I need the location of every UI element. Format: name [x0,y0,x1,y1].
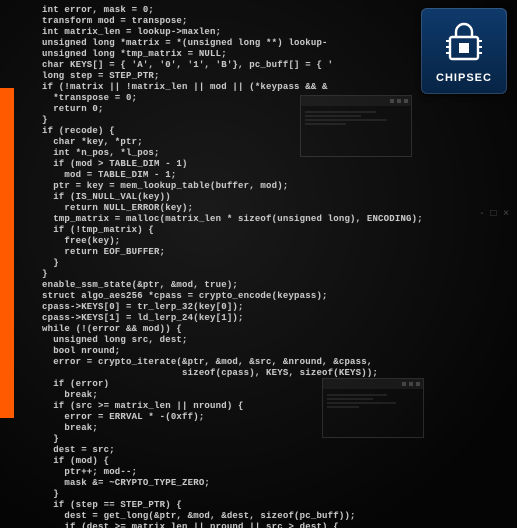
code-line: free(key); [42,236,502,247]
code-line: if (error) [42,379,502,390]
code-line: mod = TABLE_DIM - 1; [42,170,502,181]
code-line: while (!(error && mod)) { [42,324,502,335]
code-line: if (mod) { [42,456,502,467]
code-line: bool nround; [42,346,502,357]
code-line: if (dest >= matrix_len || nround || src … [42,522,502,528]
lock-chip-icon [444,19,484,68]
code-line: return NULL_ERROR(key); [42,203,502,214]
code-line: } [42,269,502,280]
code-line: if (src >= matrix_len || nround) { [42,401,502,412]
code-line: error = crypto_iterate(&ptr, &mod, &src,… [42,357,502,368]
code-line: if (mod > TABLE_DIM - 1) [42,159,502,170]
code-line: ptr = key = mem_lookup_table(buffer, mod… [42,181,502,192]
code-line: } [42,258,502,269]
code-line: *transpose = 0; [42,93,502,104]
code-line: } [42,115,502,126]
code-line: tmp_matrix = malloc(matrix_len * sizeof(… [42,214,502,225]
code-line: if (IS_NULL_VAL(key)) [42,192,502,203]
code-line: struct algo_aes256 *cpass = crypto_encod… [42,291,502,302]
code-line: enable_ssm_state(&ptr, &mod, true); [42,280,502,291]
code-line: break; [42,390,502,401]
code-line: break; [42,423,502,434]
code-line: if (recode) { [42,126,502,137]
code-line: dest = src; [42,445,502,456]
code-line: char *key, *ptr; [42,137,502,148]
code-line: cpass->KEYS[0] = tr_lerp_32(key[0]); [42,302,502,313]
code-line: if (!tmp_matrix) { [42,225,502,236]
code-line: } [42,489,502,500]
code-line: dest = get_long(&ptr, &mod, &dest, sizeo… [42,511,502,522]
code-line: mask &= ~CRYPTO_TYPE_ZERO; [42,478,502,489]
code-line: int *n_pos, *l_pos; [42,148,502,159]
code-line: unsigned long src, dest; [42,335,502,346]
accent-bar [0,88,14,418]
code-line: } [42,434,502,445]
code-line: return EOF_BUFFER; [42,247,502,258]
badge-label: CHIPSEC [436,72,492,84]
code-line: cpass->KEYS[1] = ld_lerp_24(key[1]); [42,313,502,324]
code-line: sizeof(cpass), KEYS, sizeof(KEYS)); [42,368,502,379]
code-line: ptr++; mod--; [42,467,502,478]
code-line: if (step == STEP_PTR) { [42,500,502,511]
code-line: return 0; [42,104,502,115]
chipsec-badge: CHIPSEC [421,8,507,94]
code-line: error = ERRVAL * -(0xff); [42,412,502,423]
